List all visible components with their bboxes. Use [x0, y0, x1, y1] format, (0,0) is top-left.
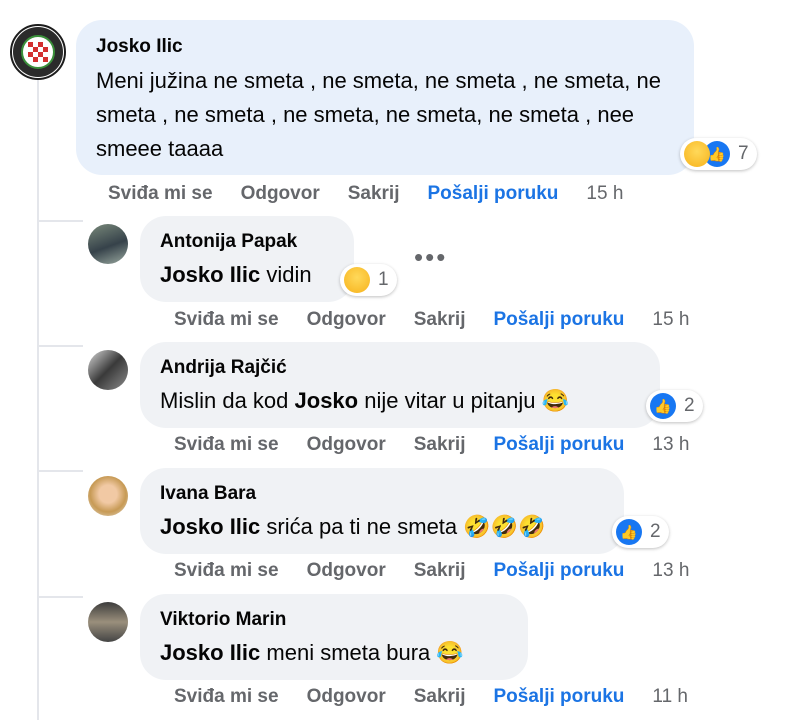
reply-button[interactable]: Odgovor [307, 309, 386, 331]
timestamp[interactable]: 15 h [586, 183, 623, 205]
send-message-button[interactable]: Pošalji poruku [494, 686, 625, 708]
thread-line [37, 78, 39, 720]
like-button[interactable]: Sviđa mi se [108, 183, 213, 205]
haha-icon [684, 141, 710, 167]
comment-author[interactable]: Andrija Rajčić [160, 357, 287, 379]
comment-author[interactable]: Ivana Bara [160, 483, 256, 505]
send-message-button[interactable]: Pošalji poruku [428, 183, 559, 205]
comment-body: nije vitar u pitanju [364, 388, 536, 413]
reaction-summary[interactable]: 👍 2 [612, 516, 669, 548]
hide-button[interactable]: Sakrij [414, 434, 466, 456]
like-button[interactable]: Sviđa mi se [174, 686, 279, 708]
comment-text: Josko Ilic vidin [160, 258, 312, 292]
thread-branch [37, 345, 83, 347]
thread-branch [37, 470, 83, 472]
mention-link[interactable]: Josko Ilic [160, 640, 260, 665]
comment-body: srića pa ti ne smeta [266, 514, 458, 539]
send-message-button[interactable]: Pošalji poruku [494, 560, 625, 582]
comment-actions: Sviđa mi se Odgovor Sakrij Pošalji poruk… [174, 686, 688, 708]
mention-link[interactable]: Josko Ilic [160, 262, 260, 287]
reply-button[interactable]: Odgovor [307, 560, 386, 582]
avatar-antonija-papak[interactable] [88, 224, 128, 264]
reaction-count: 7 [738, 143, 749, 164]
reaction-count: 1 [378, 269, 389, 290]
reaction-summary[interactable]: 👍 2 [646, 390, 703, 422]
timestamp[interactable]: 13 h [652, 560, 689, 582]
avatar-josko-ilic[interactable] [10, 24, 66, 80]
like-button[interactable]: Sviđa mi se [174, 434, 279, 456]
comment-text: Mislin da kod Josko nije vitar u pitanju… [160, 384, 569, 418]
comment-actions: Sviđa mi se Odgovor Sakrij Pošalji poruk… [108, 183, 623, 205]
comment-author[interactable]: Viktorio Marin [160, 609, 286, 631]
comment-body: meni smeta bura [266, 640, 431, 665]
hide-button[interactable]: Sakrij [414, 560, 466, 582]
reaction-summary[interactable]: 1 [340, 264, 397, 296]
hide-button[interactable]: Sakrij [414, 686, 466, 708]
laughing-emoji: 😂 [541, 388, 569, 413]
timestamp[interactable]: 11 h [652, 686, 688, 708]
comment-text: Josko Ilic srića pa ti ne smeta 🤣🤣🤣 [160, 510, 545, 544]
reply-button[interactable]: Odgovor [241, 183, 320, 205]
like-button[interactable]: Sviđa mi se [174, 309, 279, 331]
reply-button[interactable]: Odgovor [307, 686, 386, 708]
reply-button[interactable]: Odgovor [307, 434, 386, 456]
reaction-summary[interactable]: 👍 7 [680, 138, 757, 170]
comment-text: Josko Ilic meni smeta bura 😂 [160, 636, 464, 670]
like-icon: 👍 [616, 519, 642, 545]
comment-body: Mislin da kod [160, 388, 289, 413]
reaction-count: 2 [684, 395, 695, 416]
hide-button[interactable]: Sakrij [348, 183, 400, 205]
rofl-emoji: 🤣🤣🤣 [463, 514, 546, 539]
thread-branch [37, 220, 83, 222]
comment-author[interactable]: Antonija Papak [160, 231, 297, 253]
comment-text: Meni južina ne smeta , ne smeta, ne smet… [96, 68, 661, 161]
comment-actions: Sviđa mi se Odgovor Sakrij Pošalji poruk… [174, 434, 689, 456]
more-options-icon[interactable]: ••• [414, 242, 447, 273]
like-icon: 👍 [650, 393, 676, 419]
send-message-button[interactable]: Pošalji poruku [494, 309, 625, 331]
comment-actions: Sviđa mi se Odgovor Sakrij Pošalji poruk… [174, 309, 689, 331]
thread-branch [37, 596, 83, 598]
comment-actions: Sviđa mi se Odgovor Sakrij Pošalji poruk… [174, 560, 689, 582]
reaction-count: 2 [650, 521, 661, 542]
laughing-emoji: 😂 [436, 640, 464, 665]
hide-button[interactable]: Sakrij [414, 309, 466, 331]
comment-author[interactable]: Josko Ilic [96, 36, 183, 58]
timestamp[interactable]: 15 h [652, 309, 689, 331]
send-message-button[interactable]: Pošalji poruku [494, 434, 625, 456]
timestamp[interactable]: 13 h [652, 434, 689, 456]
avatar-viktorio-marin[interactable] [88, 602, 128, 642]
mention-link[interactable]: Josko Ilic [160, 514, 260, 539]
like-button[interactable]: Sviđa mi se [174, 560, 279, 582]
avatar-andrija-rajcic[interactable] [88, 350, 128, 390]
haha-icon [344, 267, 370, 293]
mention-link[interactable]: Josko [295, 388, 359, 413]
comment-body: vidin [266, 262, 312, 287]
club-logo-icon [13, 27, 63, 77]
avatar-ivana-bara[interactable] [88, 476, 128, 516]
